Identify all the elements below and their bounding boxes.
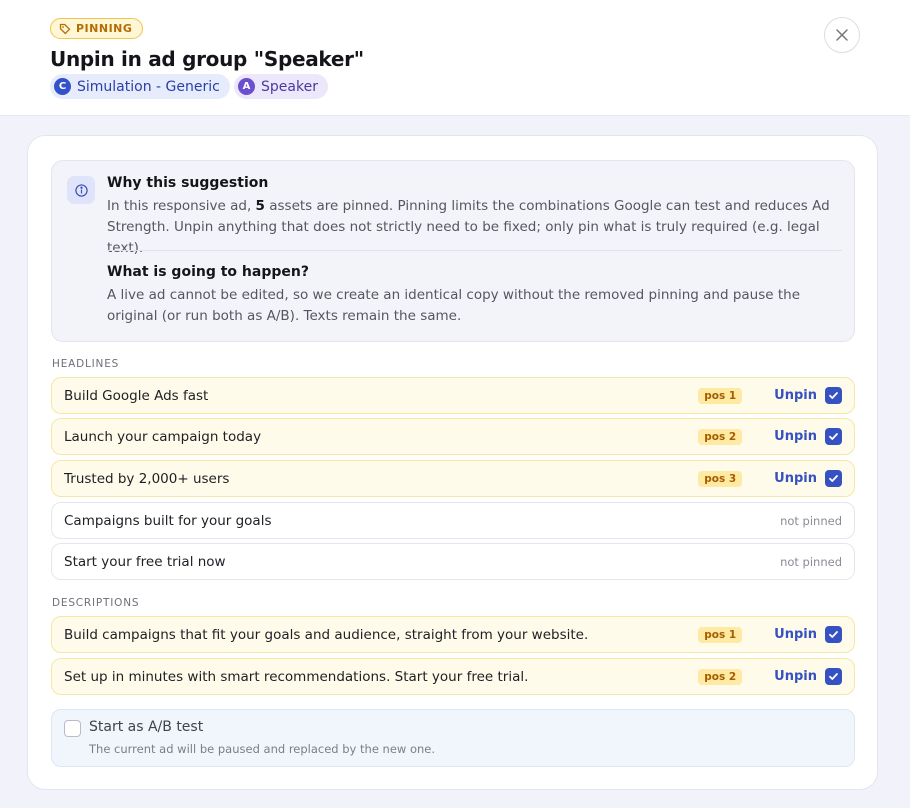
unpin-checkbox[interactable] [825, 470, 842, 487]
campaign-chip[interactable]: C Simulation - Generic [50, 74, 230, 99]
adgroup-badge: A [238, 78, 255, 95]
check-icon [829, 475, 838, 482]
pinning-tag: PINNING [50, 18, 144, 39]
headline-text: Build Google Ads fast [64, 387, 209, 404]
divider [107, 250, 842, 251]
unpin-label[interactable]: Unpin [774, 429, 817, 444]
headline-row: Build Google Ads fast pos 1 Unpin [51, 377, 855, 414]
info-icon [67, 176, 95, 204]
description-text: Set up in minutes with smart recommendat… [64, 668, 529, 685]
position-badge: pos 1 [698, 626, 743, 643]
tag-label: PINNING [76, 22, 133, 35]
campaign-name: Simulation - Generic [77, 78, 220, 95]
close-button[interactable] [824, 17, 860, 53]
headline-row: Start your free trial now not pinned [51, 543, 855, 580]
pinned-count: 5 [255, 198, 265, 214]
happen-title: What is going to happen? [107, 264, 309, 280]
unpin-label[interactable]: Unpin [774, 388, 817, 403]
check-icon [829, 392, 838, 399]
ab-test-checkbox[interactable] [64, 720, 81, 737]
descriptions-label: DESCRIPTIONS [52, 597, 140, 609]
headline-text: Launch your campaign today [64, 428, 262, 445]
unpin-label[interactable]: Unpin [774, 669, 817, 684]
happen-text: A live ad cannot be edited, so we create… [107, 287, 801, 324]
adgroup-chip[interactable]: A Speaker [234, 74, 328, 99]
description-row: Set up in minutes with smart recommendat… [51, 658, 855, 695]
tag-icon [59, 23, 71, 34]
unpin-checkbox[interactable] [825, 668, 842, 685]
check-icon [829, 631, 838, 638]
description-row: Build campaigns that fit your goals and … [51, 616, 855, 653]
unpin-checkbox[interactable] [825, 387, 842, 404]
unpin-label[interactable]: Unpin [774, 627, 817, 642]
not-pinned-status: not pinned [780, 513, 842, 528]
campaign-badge: C [54, 78, 71, 95]
info-panel: Why this suggestion In this responsive a… [51, 160, 855, 342]
ab-test-label[interactable]: Start as A/B test [89, 719, 203, 735]
headline-row: Launch your campaign today pos 2 Unpin [51, 418, 855, 455]
ab-test-hint: The current ad will be paused and replac… [89, 742, 436, 756]
unpin-checkbox[interactable] [825, 626, 842, 643]
headline-row: Campaigns built for your goals not pinne… [51, 502, 855, 539]
headline-row: Trusted by 2,000+ users pos 3 Unpin [51, 460, 855, 497]
description-text: Build campaigns that fit your goals and … [64, 626, 589, 643]
position-badge: pos 1 [698, 387, 743, 404]
position-badge: pos 2 [698, 428, 743, 445]
adgroup-name: Speaker [261, 78, 318, 95]
ab-test-option: Start as A/B test The current ad will be… [51, 709, 855, 767]
suggestion-card: Why this suggestion In this responsive a… [27, 135, 878, 790]
dialog-title: Unpin in ad group "Speaker" [50, 47, 364, 71]
dialog-header: PINNING Unpin in ad group "Speaker" C Si… [0, 0, 910, 116]
headline-text: Start your free trial now [64, 553, 226, 570]
position-badge: pos 3 [698, 470, 743, 487]
headline-text: Trusted by 2,000+ users [64, 470, 230, 487]
check-icon [829, 433, 838, 440]
position-badge: pos 2 [698, 668, 743, 685]
close-icon [836, 29, 848, 41]
unpin-label[interactable]: Unpin [774, 471, 817, 486]
unpin-checkbox[interactable] [825, 428, 842, 445]
check-icon [829, 673, 838, 680]
headlines-label: HEADLINES [52, 358, 120, 370]
headline-text: Campaigns built for your goals [64, 512, 272, 529]
not-pinned-status: not pinned [780, 554, 842, 569]
why-title: Why this suggestion [107, 175, 269, 191]
